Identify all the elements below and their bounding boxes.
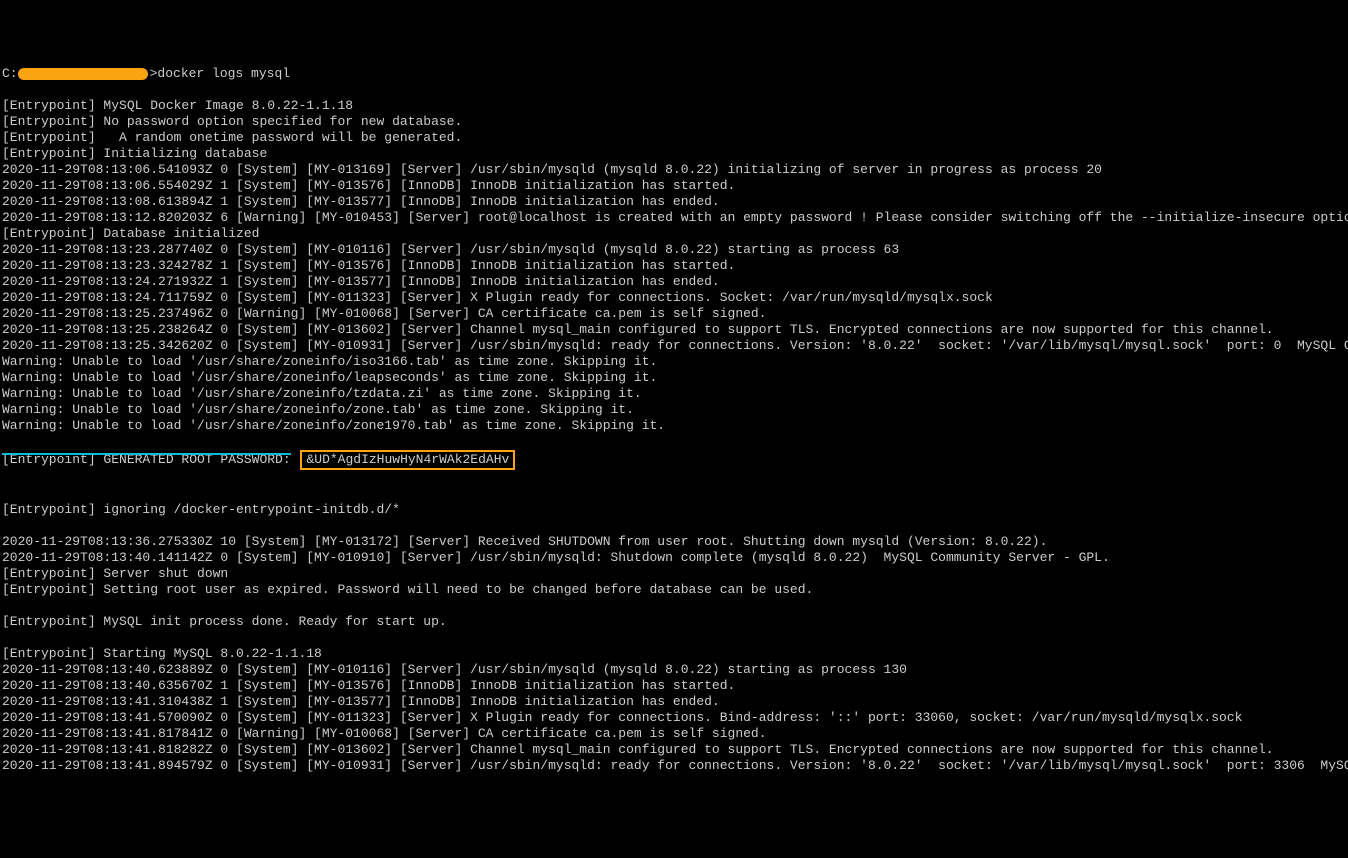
- log-line: [2, 630, 1346, 646]
- log-line: 2020-11-29T08:13:06.554029Z 1 [System] […: [2, 178, 1346, 194]
- log-line: 2020-11-29T08:13:36.275330Z 10 [System] …: [2, 534, 1346, 550]
- log-line: 2020-11-29T08:13:25.238264Z 0 [System] […: [2, 322, 1346, 338]
- redacted-path: [18, 68, 148, 80]
- log-line: Warning: Unable to load '/usr/share/zone…: [2, 418, 1346, 434]
- log-line: Warning: Unable to load '/usr/share/zone…: [2, 386, 1346, 402]
- log-line: 2020-11-29T08:13:40.623889Z 0 [System] […: [2, 662, 1346, 678]
- command-prompt-line[interactable]: C:>docker logs mysql: [2, 66, 1346, 82]
- log-line: [Entrypoint] MySQL init process done. Re…: [2, 614, 1346, 630]
- log-line: 2020-11-29T08:13:41.817841Z 0 [Warning] …: [2, 726, 1346, 742]
- log-line: 2020-11-29T08:13:41.570090Z 0 [System] […: [2, 710, 1346, 726]
- prompt-prefix: C:: [2, 66, 18, 81]
- log-line: 2020-11-29T08:13:40.141142Z 0 [System] […: [2, 550, 1346, 566]
- log-line: Warning: Unable to load '/usr/share/zone…: [2, 402, 1346, 418]
- password-highlight-box: &UD*AgdIzHuwHyN4rWAk2EdAHv: [300, 450, 515, 470]
- log-line: 2020-11-29T08:13:24.711759Z 0 [System] […: [2, 290, 1346, 306]
- log-line: [2, 518, 1346, 534]
- log-line: 2020-11-29T08:13:41.310438Z 1 [System] […: [2, 694, 1346, 710]
- log-line: [Entrypoint] Initializing database: [2, 146, 1346, 162]
- log-line: 2020-11-29T08:13:41.894579Z 0 [System] […: [2, 758, 1346, 774]
- password-line[interactable]: [Entrypoint] GENERATED ROOT PASSWORD: &U…: [2, 450, 1346, 470]
- log-line: Warning: Unable to load '/usr/share/zone…: [2, 354, 1346, 370]
- log-line: Warning: Unable to load '/usr/share/zone…: [2, 370, 1346, 386]
- log-line: 2020-11-29T08:13:25.342620Z 0 [System] […: [2, 338, 1346, 354]
- log-line: [Entrypoint] Server shut down: [2, 566, 1346, 582]
- log-line: [Entrypoint] Setting root user as expire…: [2, 582, 1346, 598]
- log-line: [Entrypoint] No password option specifie…: [2, 114, 1346, 130]
- log-line: 2020-11-29T08:13:08.613894Z 1 [System] […: [2, 194, 1346, 210]
- command-text: docker logs mysql: [157, 66, 290, 81]
- log-line: 2020-11-29T08:13:23.287740Z 0 [System] […: [2, 242, 1346, 258]
- log-line: 2020-11-29T08:13:12.820203Z 6 [Warning] …: [2, 210, 1346, 226]
- password-value: &UD*AgdIzHuwHyN4rWAk2EdAHv: [306, 452, 509, 467]
- log-line: 2020-11-29T08:13:40.635670Z 1 [System] […: [2, 678, 1346, 694]
- log-line: 2020-11-29T08:13:41.818282Z 0 [System] […: [2, 742, 1346, 758]
- log-line: 2020-11-29T08:13:25.237496Z 0 [Warning] …: [2, 306, 1346, 322]
- log-line: [Entrypoint] MySQL Docker Image 8.0.22-1…: [2, 98, 1346, 114]
- log-line: [2, 598, 1346, 614]
- log-line: [Entrypoint] Starting MySQL 8.0.22-1.1.1…: [2, 646, 1346, 662]
- log-line: [Entrypoint] Database initialized: [2, 226, 1346, 242]
- log-line: 2020-11-29T08:13:23.324278Z 1 [System] […: [2, 258, 1346, 274]
- log-output-section-1[interactable]: [Entrypoint] MySQL Docker Image 8.0.22-1…: [2, 98, 1346, 434]
- log-output-section-2[interactable]: [Entrypoint] ignoring /docker-entrypoint…: [2, 486, 1346, 774]
- log-line: [Entrypoint] A random onetime password w…: [2, 130, 1346, 146]
- log-line: [2, 486, 1346, 502]
- underline-highlight: [2, 453, 291, 455]
- log-line: 2020-11-29T08:13:24.271932Z 1 [System] […: [2, 274, 1346, 290]
- log-line: [Entrypoint] ignoring /docker-entrypoint…: [2, 502, 1346, 518]
- log-line: 2020-11-29T08:13:06.541093Z 0 [System] […: [2, 162, 1346, 178]
